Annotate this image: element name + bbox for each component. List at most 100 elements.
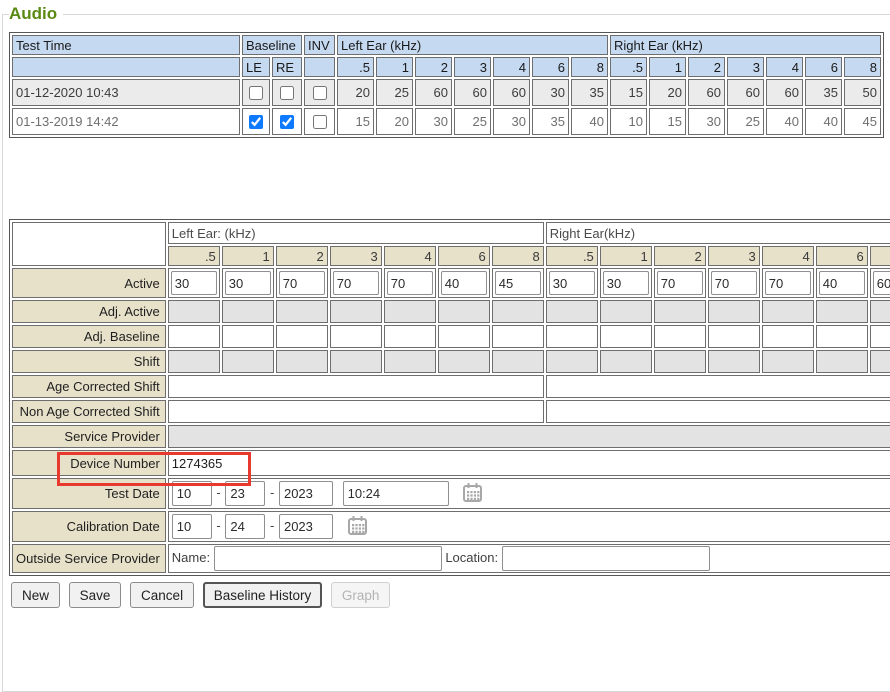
history-row: 01-13-2019 14:42 15 20 30 25 30 35 40 10… bbox=[12, 108, 881, 135]
freq-header: 1 bbox=[600, 246, 652, 266]
right-ear-header: Right Ear(kHz) bbox=[546, 222, 890, 244]
freq-header: .5 bbox=[610, 57, 647, 77]
active-threshold-input[interactable] bbox=[711, 271, 757, 295]
freq-header: 3 bbox=[330, 246, 382, 266]
col-header-left-ear: Left Ear (kHz) bbox=[337, 35, 608, 55]
threshold-cell: 45 bbox=[844, 108, 881, 135]
new-button[interactable]: New bbox=[11, 582, 60, 608]
calibration-date-cell: - - bbox=[168, 511, 890, 542]
test-time-input[interactable] bbox=[343, 481, 449, 506]
test-date-month-input[interactable] bbox=[172, 481, 212, 506]
row-label-adj-active: Adj. Active bbox=[12, 300, 166, 323]
freq-header: 8 bbox=[870, 246, 890, 266]
active-threshold-input[interactable] bbox=[279, 271, 325, 295]
threshold-cell: 60 bbox=[493, 79, 530, 106]
freq-header: 1 bbox=[376, 57, 413, 77]
freq-header: .5 bbox=[168, 246, 220, 266]
calendar-icon[interactable] bbox=[462, 482, 483, 506]
active-threshold-input[interactable] bbox=[765, 271, 811, 295]
detail-corner-cell bbox=[12, 222, 166, 266]
calibration-month-input[interactable] bbox=[172, 514, 212, 539]
freq-header: 3 bbox=[708, 246, 760, 266]
age-corrected-left-cell bbox=[168, 375, 544, 398]
active-threshold-input[interactable] bbox=[441, 271, 487, 295]
baseline-le-cell bbox=[242, 108, 270, 135]
baseline-le-checkbox[interactable] bbox=[249, 115, 263, 129]
osp-location-input[interactable] bbox=[502, 546, 710, 571]
col-header-right-ear: Right Ear (kHz) bbox=[610, 35, 881, 55]
service-provider-cell bbox=[168, 425, 890, 448]
freq-header: .5 bbox=[337, 57, 374, 77]
active-threshold-input[interactable] bbox=[873, 271, 890, 295]
row-label-adj-baseline: Adj. Baseline bbox=[12, 325, 166, 348]
freq-header: 8 bbox=[844, 57, 881, 77]
left-ear-header: Left Ear: (kHz) bbox=[168, 222, 544, 244]
threshold-cell: 10 bbox=[610, 108, 647, 135]
row-label-calibration-date: Calibration Date bbox=[12, 511, 166, 542]
threshold-cell: 15 bbox=[649, 108, 686, 135]
threshold-cell: 60 bbox=[727, 79, 764, 106]
freq-header: 4 bbox=[766, 57, 803, 77]
active-threshold-input[interactable] bbox=[657, 271, 703, 295]
freq-header: .5 bbox=[546, 246, 598, 266]
cancel-button[interactable]: Cancel bbox=[130, 582, 194, 608]
freq-header: 4 bbox=[384, 246, 436, 266]
row-label-non-age-corrected-shift: Non Age Corrected Shift bbox=[12, 400, 166, 423]
baseline-history-button[interactable]: Baseline History bbox=[203, 582, 323, 608]
inv-checkbox[interactable] bbox=[313, 115, 327, 129]
threshold-cell: 40 bbox=[571, 108, 608, 135]
graph-button: Graph bbox=[331, 582, 391, 608]
threshold-cell: 60 bbox=[766, 79, 803, 106]
row-label-outside-service-provider: Outside Service Provider bbox=[12, 544, 166, 573]
baseline-re-cell bbox=[272, 79, 302, 106]
active-threshold-input[interactable] bbox=[171, 271, 217, 295]
col-header-test-time: Test Time bbox=[12, 35, 240, 55]
baseline-re-cell bbox=[272, 108, 302, 135]
outside-service-provider-cell: Name: Location: bbox=[168, 544, 890, 573]
test-date-cell: - - bbox=[168, 478, 890, 509]
test-time-cell[interactable]: 01-13-2019 14:42 bbox=[12, 108, 240, 135]
save-button[interactable]: Save bbox=[69, 582, 122, 608]
freq-header: 4 bbox=[493, 57, 530, 77]
freq-header: 2 bbox=[415, 57, 452, 77]
adj-baseline-cell bbox=[168, 325, 220, 348]
shift-cell bbox=[168, 350, 220, 373]
audiogram-detail-table: Left Ear: (kHz) Right Ear(kHz) .5 1 2 3 … bbox=[9, 219, 890, 576]
active-threshold-input[interactable] bbox=[603, 271, 649, 295]
active-threshold-input[interactable] bbox=[333, 271, 379, 295]
calendar-icon[interactable] bbox=[347, 515, 368, 539]
inv-checkbox[interactable] bbox=[313, 86, 327, 100]
calibration-year-input[interactable] bbox=[279, 514, 333, 539]
threshold-cell: 30 bbox=[415, 108, 452, 135]
audiogram-history-table: Test Time Baseline INV Left Ear (kHz) Ri… bbox=[9, 32, 884, 138]
audio-section: Audio Test Time Baseline INV Left Ear (k… bbox=[2, 4, 890, 692]
date-separator: - bbox=[216, 485, 220, 500]
date-separator: - bbox=[216, 518, 220, 533]
active-threshold-input[interactable] bbox=[225, 271, 271, 295]
test-date-year-input[interactable] bbox=[279, 481, 333, 506]
non-age-corrected-left-cell bbox=[168, 400, 544, 423]
freq-header: 8 bbox=[492, 246, 544, 266]
row-label-active: Active bbox=[12, 268, 166, 298]
threshold-cell: 15 bbox=[610, 79, 647, 106]
device-number-value[interactable]: 1274365 bbox=[168, 450, 890, 476]
osp-name-input[interactable] bbox=[214, 546, 442, 571]
test-time-cell[interactable]: 01-12-2020 10:43 bbox=[12, 79, 240, 106]
baseline-re-checkbox[interactable] bbox=[280, 115, 294, 129]
osp-name-label: Name: bbox=[172, 550, 210, 565]
active-threshold-input[interactable] bbox=[819, 271, 865, 295]
active-threshold-input[interactable] bbox=[495, 271, 541, 295]
active-threshold-input[interactable] bbox=[549, 271, 595, 295]
threshold-cell: 40 bbox=[805, 108, 842, 135]
col-header-le: LE bbox=[242, 57, 270, 77]
active-threshold-input[interactable] bbox=[387, 271, 433, 295]
threshold-cell: 35 bbox=[532, 108, 569, 135]
inv-cell bbox=[304, 79, 335, 106]
baseline-le-checkbox[interactable] bbox=[249, 86, 263, 100]
calibration-day-input[interactable] bbox=[225, 514, 265, 539]
threshold-cell: 60 bbox=[415, 79, 452, 106]
threshold-cell: 20 bbox=[376, 108, 413, 135]
baseline-re-checkbox[interactable] bbox=[280, 86, 294, 100]
threshold-cell: 25 bbox=[376, 79, 413, 106]
test-date-day-input[interactable] bbox=[225, 481, 265, 506]
